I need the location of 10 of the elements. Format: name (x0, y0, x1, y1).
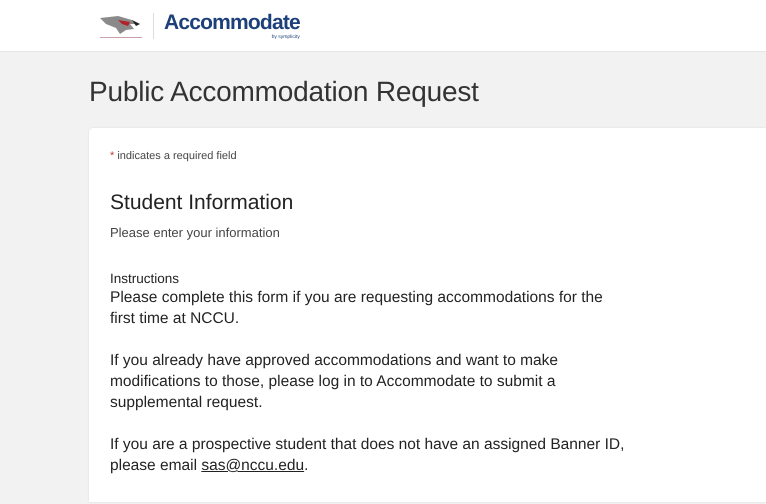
required-note: * indicates a required field (110, 150, 238, 162)
email-link[interactable]: sas@nccu.edu (201, 457, 304, 474)
section-subtitle: Please enter your information (110, 225, 281, 240)
accommodate-logo: Accommodate (164, 12, 300, 34)
instruction-paragraph: If you already have approved accommodations and want to make modifications to those, please log in to Accommodate to submit a supplemental request. (110, 351, 560, 413)
instructions-label: Instructions (110, 270, 180, 287)
instruction-paragraph: Please complete this form if you are requesting accommodations for the first time at NCCU. (110, 288, 604, 329)
page-title: Public Accommodation Request (89, 75, 480, 109)
section-title: Student Information (110, 190, 294, 216)
instruction-paragraph: If you are a prospective student that does not have an assigned Banner ID, please email sas@nccu.edu. (110, 435, 626, 476)
